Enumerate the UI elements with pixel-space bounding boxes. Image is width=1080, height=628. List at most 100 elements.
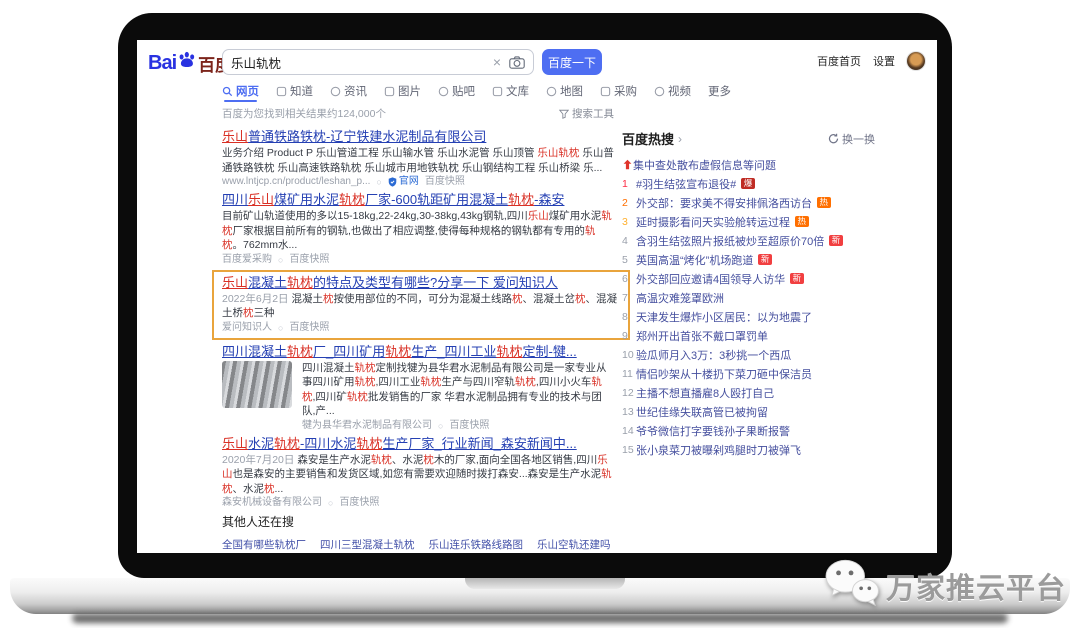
highlight-keyword: 枕 <box>512 293 523 305</box>
highlight-keyword: 轨枕 <box>287 275 313 290</box>
results-meta: 百度为您找到相关结果约124,000个 搜索工具 <box>222 106 614 121</box>
tab-地图[interactable]: 地图 <box>546 80 583 102</box>
tab-icon <box>438 86 449 97</box>
hot-item[interactable]: 1#羽生结弦宣布退役#爆 <box>622 177 875 190</box>
results-layout: 乐山普通铁路铁枕-辽宁铁建水泥制品有限公司业务介绍 Product P 乐山管道… <box>222 129 937 553</box>
rating-circle-icon: ○ <box>438 420 443 432</box>
tab-更多[interactable]: 更多 <box>708 80 731 102</box>
hot-item[interactable]: 14爷爷微信打字要钱孙子果断报警 <box>622 424 875 437</box>
tab-网页[interactable]: 网页 <box>222 80 259 102</box>
result-title-link[interactable]: 乐山水泥轨枕-四川水泥轨枕生产厂家_行业新闻_森安新闻中... <box>222 436 577 452</box>
camera-icon[interactable] <box>509 56 525 69</box>
related-searches: 其他人还在搜 全国有哪些轨枕厂四川三型混凝土轨枕乐山连乐铁路线路图乐山空轨还建吗… <box>222 513 614 553</box>
highlight-keyword: 轨枕 <box>356 436 382 451</box>
hot-item-badge: 新 <box>790 273 804 285</box>
result-title-link[interactable]: 乐山混凝土轨枕的特点及类型有哪些?分享一下 爱问知识人 <box>222 275 558 291</box>
result-description: 2022年6月2日混凝土枕按使用部位的不同，可分为混凝土线路枕、混凝土岔枕、混凝… <box>222 292 620 321</box>
source-name: www.lntjcp.cn/product/leshan_p... <box>222 176 370 188</box>
hot-item-badge: 热 <box>795 216 809 228</box>
search-input[interactable] <box>231 55 493 69</box>
highlight-keyword: 轨枕 <box>222 210 612 237</box>
related-link[interactable]: 全国有哪些轨枕厂 <box>222 537 306 552</box>
hot-item-text: 情侣吵架从十楼扔下菜刀砸中保洁员 <box>636 366 812 382</box>
hot-item-badge: 新 <box>758 254 772 266</box>
hot-item-rank: 13 <box>622 406 636 418</box>
tab-icon <box>222 86 233 97</box>
search-tools[interactable]: 搜索工具 <box>559 106 614 121</box>
snapshot-link[interactable]: 百度快照 <box>289 322 329 334</box>
hot-item[interactable]: 4含羽生结弦照片报纸被炒至超原价70倍新 <box>622 234 875 247</box>
hot-item[interactable]: 12主播不想直播雇8人殴打自己 <box>622 386 875 399</box>
hot-item-badge: 爆 <box>741 178 755 190</box>
hot-item[interactable]: 8天津发生爆炸小区居民：以为地震了 <box>622 310 875 323</box>
snapshot-link[interactable]: 百度快照 <box>289 254 329 266</box>
snapshot-link[interactable]: 百度快照 <box>425 176 465 188</box>
result-item: 乐山水泥轨枕-四川水泥轨枕生产厂家_行业新闻_森安新闻中...2020年7月20… <box>222 436 614 510</box>
tab-label: 视频 <box>668 83 691 99</box>
related-searches-title: 其他人还在搜 <box>222 513 614 530</box>
hot-item[interactable]: 9郑州开出首张不戴口罩罚单 <box>622 329 875 342</box>
tab-文库[interactable]: 文库 <box>492 80 529 102</box>
hot-item[interactable]: 10验瓜师月入3万：3秒挑一个西瓜 <box>622 348 875 361</box>
tab-视频[interactable]: 视频 <box>654 80 691 102</box>
hot-item-pinned[interactable]: 集中查处散布虚假信息等问题 <box>622 158 875 171</box>
settings-link[interactable]: 设置 <box>873 53 895 69</box>
tab-label: 网页 <box>236 83 259 99</box>
source-name: 犍为县华君水泥制品有限公司 <box>302 420 432 432</box>
highlight-keyword: 轨枕 <box>339 192 365 207</box>
search-button[interactable]: 百度一下 <box>542 49 602 75</box>
result-item: 乐山普通铁路铁枕-辽宁铁建水泥制品有限公司业务介绍 Product P 乐山管道… <box>222 129 614 188</box>
hot-item-text: 世纪佳缘失联高管已被拘留 <box>636 404 768 420</box>
highlight-keyword: 乐山 <box>528 210 549 222</box>
hot-item[interactable]: 13世纪佳缘失联高管已被拘留 <box>622 405 875 418</box>
tab-采购[interactable]: 采购 <box>600 80 637 102</box>
tab-资讯[interactable]: 资讯 <box>330 80 367 102</box>
tab-图片[interactable]: 图片 <box>384 80 421 102</box>
snapshot-link[interactable]: 百度快照 <box>339 497 379 509</box>
tab-知道[interactable]: 知道 <box>276 80 313 102</box>
related-link[interactable]: 乐山连乐铁路线路图 <box>429 537 524 552</box>
tab-贴吧[interactable]: 贴吧 <box>438 80 475 102</box>
clear-icon[interactable]: × <box>493 55 501 69</box>
user-avatar[interactable] <box>907 52 925 70</box>
hot-item[interactable]: 7高温灾难笼罩欧洲 <box>622 291 875 304</box>
hot-item[interactable]: 11情侣吵架从十楼扔下菜刀砸中保洁员 <box>622 367 875 380</box>
hot-item-badge: 热 <box>817 197 831 209</box>
result-description: 2020年7月20日森安是生产水泥轨枕、水泥枕木的厂家,面向全国各地区销售,四川… <box>222 453 614 497</box>
watermark-brand: 万家推云平台 <box>886 565 1066 607</box>
result-thumbnail[interactable] <box>222 361 292 408</box>
result-media-row: 四川混凝土轨枕定制找犍为县华君水泥制品有限公司是一家专业从事四川矿用轨枕,四川工… <box>222 361 614 432</box>
hot-item[interactable]: 6外交部回应邀请4国领导人访华新 <box>622 272 875 285</box>
tab-label: 更多 <box>708 83 731 99</box>
refresh-button[interactable]: 换一换 <box>828 131 875 147</box>
hot-item-text: 英国高温“烤化”机场跑道 <box>636 252 753 268</box>
result-item: 四川乐山煤矿用水泥轨枕厂家-600轨距矿用混凝土轨枕-森安目前矿山轨道使用的多以… <box>222 192 614 266</box>
result-source: www.lntjcp.cn/product/leshan_p...○官网百度快照 <box>222 176 614 188</box>
baidu-logo[interactable]: Bai 百度 <box>148 49 232 78</box>
hot-item[interactable]: 2外交部：要求美不得安排佩洛西访台热 <box>622 196 875 209</box>
related-link[interactable]: 四川三型混凝土轨枕 <box>320 537 415 552</box>
hot-search-header: 百度热搜 › 换一换 <box>622 129 875 148</box>
highlight-keyword: 轨枕 <box>274 436 300 451</box>
related-link[interactable]: 乐山空轨还建吗 <box>537 537 611 552</box>
hot-item[interactable]: 5英国高温“烤化”机场跑道新 <box>622 253 875 266</box>
hot-item[interactable]: 3延时摄影看问天实验舱转运过程热 <box>622 215 875 228</box>
tab-label: 资讯 <box>344 83 367 99</box>
snapshot-link[interactable]: 百度快照 <box>449 420 489 432</box>
related-links: 全国有哪些轨枕厂四川三型混凝土轨枕乐山连乐铁路线路图乐山空轨还建吗乐山地铁线路图… <box>222 537 614 553</box>
source-name: 爱问知识人 <box>222 322 272 334</box>
hot-search-title[interactable]: 百度热搜 <box>622 129 674 148</box>
hot-item-rank: 9 <box>622 330 636 342</box>
result-title-link[interactable]: 乐山普通铁路铁枕-辽宁铁建水泥制品有限公司 <box>222 129 486 145</box>
laptop-lid-notch <box>465 578 625 589</box>
result-item: 四川混凝土轨枕厂_四川矿用轨枕生产_四川工业轨枕定制-犍...四川混凝土轨枕定制… <box>222 344 614 432</box>
hot-item[interactable]: 15张小泉菜刀被曝剁鸡腿时刀被弹飞 <box>622 443 875 456</box>
result-date: 2020年7月20日 <box>222 454 294 466</box>
home-link[interactable]: 百度首页 <box>817 53 861 69</box>
result-title-link[interactable]: 四川乐山煤矿用水泥轨枕厂家-600轨距矿用混凝土轨枕-森安 <box>222 192 564 208</box>
result-title-link[interactable]: 四川混凝土轨枕厂_四川矿用轨枕生产_四川工业轨枕定制-犍... <box>222 344 577 360</box>
highlight-keyword: 轨枕 <box>222 225 595 252</box>
baidu-logo-latin: Bai <box>148 52 176 75</box>
chevron-right-icon: › <box>678 132 682 146</box>
hot-item-rank: 7 <box>622 292 636 304</box>
